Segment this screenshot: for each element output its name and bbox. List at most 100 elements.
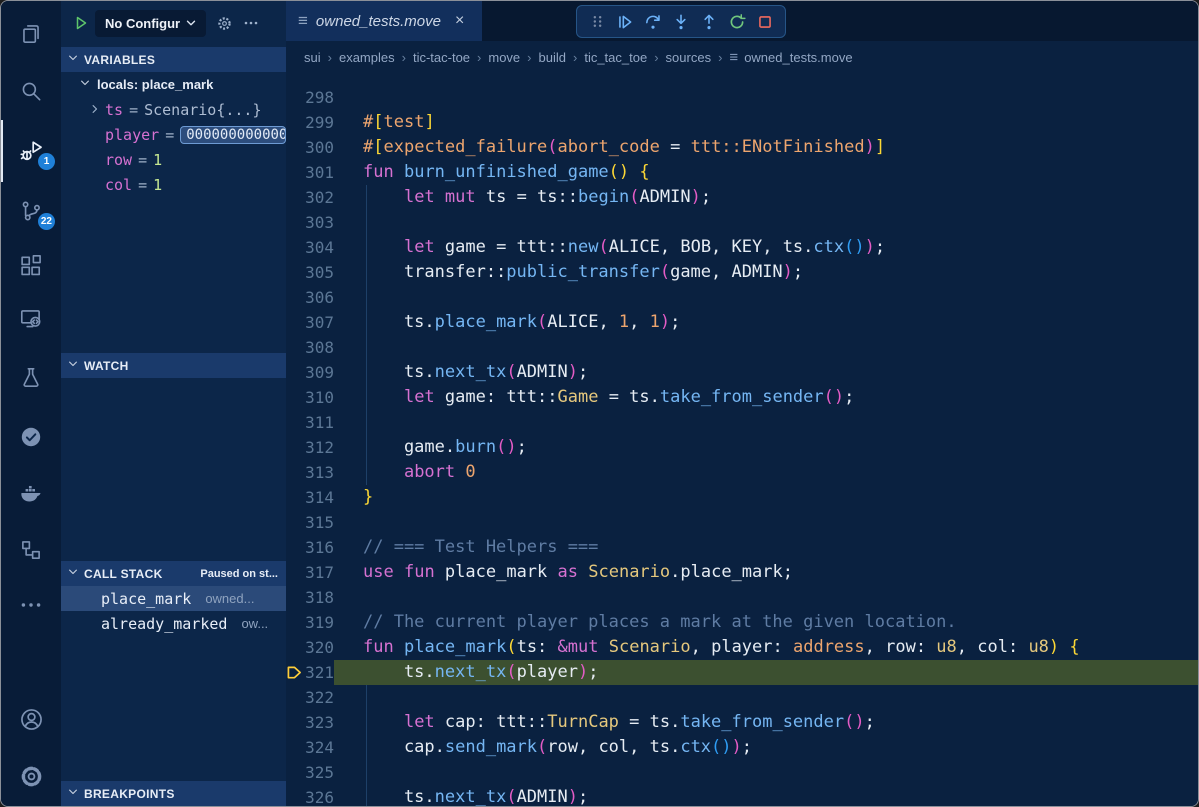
call-stack-section-header[interactable]: CALL STACK Paused on st... — [61, 561, 286, 586]
debug-configuration-dropdown[interactable]: No Configur — [95, 10, 206, 37]
explorer-icon[interactable] — [1, 12, 61, 56]
code-line-text[interactable]: let cap: ttt::TurnCap = ts.take_from_sen… — [334, 710, 1198, 735]
line-number[interactable]: 313 — [286, 463, 334, 482]
line-number[interactable]: 317 — [286, 563, 334, 582]
line-number[interactable]: 318 — [286, 588, 334, 607]
line-number[interactable]: 325 — [286, 763, 334, 782]
gripper-button[interactable] — [583, 8, 611, 36]
line-number[interactable]: 300 — [286, 138, 334, 157]
checks-icon[interactable] — [1, 415, 61, 459]
code-line-text[interactable] — [334, 85, 1198, 110]
chevron-right-icon[interactable] — [89, 101, 101, 119]
variable-row-ts[interactable]: ts=Scenario{...} — [61, 97, 286, 122]
variable-value[interactable]: 1 — [153, 151, 162, 169]
call-stack-frame-already_marked[interactable]: already_markedow... — [61, 611, 286, 636]
breadcrumb-item-move[interactable]: move — [488, 50, 520, 65]
step-out-button[interactable] — [695, 8, 723, 36]
continue-button[interactable] — [611, 8, 639, 36]
code-line-text[interactable]: let game = ttt::new(ALICE, BOB, KEY, ts.… — [334, 235, 1198, 260]
code-line-text[interactable]: cap.send_mark(row, col, ts.ctx()); — [334, 735, 1198, 760]
line-number[interactable]: 299 — [286, 113, 334, 132]
code-line-text[interactable]: // === Test Helpers === — [334, 535, 1198, 560]
code-line-text[interactable]: let mut ts = ts::begin(ADMIN); — [334, 185, 1198, 210]
line-number[interactable]: 315 — [286, 513, 334, 532]
extensions-icon[interactable] — [1, 244, 61, 288]
debug-settings-gear-icon[interactable] — [216, 15, 233, 32]
line-number[interactable]: 319 — [286, 613, 334, 632]
code-line-text[interactable]: game.burn(); — [334, 435, 1198, 460]
code-line-text[interactable]: } — [334, 485, 1198, 510]
breadcrumb-item-build[interactable]: build — [539, 50, 566, 65]
line-number[interactable]: 307 — [286, 313, 334, 332]
more-icon[interactable] — [1, 583, 61, 627]
variable-row-col[interactable]: col=1 — [61, 172, 286, 197]
restart-button[interactable] — [723, 8, 751, 36]
line-number[interactable]: 311 — [286, 413, 334, 432]
code-line-text[interactable]: let game: ttt::Game = ts.take_from_sende… — [334, 385, 1198, 410]
code-line-text[interactable]: abort 0 — [334, 460, 1198, 485]
code-line-text[interactable]: ts.next_tx(player); — [334, 660, 1198, 685]
code-line-text[interactable] — [334, 210, 1198, 235]
line-number[interactable]: 306 — [286, 288, 334, 307]
breakpoints-section-header[interactable]: BREAKPOINTS — [61, 781, 286, 806]
line-number[interactable]: 323 — [286, 713, 334, 732]
line-number[interactable]: 304 — [286, 238, 334, 257]
references-icon[interactable] — [1, 528, 61, 572]
settings-icon[interactable] — [1, 754, 61, 798]
line-number[interactable]: 303 — [286, 213, 334, 232]
search-icon[interactable] — [1, 69, 61, 113]
code-line-text[interactable] — [334, 285, 1198, 310]
line-number[interactable]: 302 — [286, 188, 334, 207]
source-control-icon[interactable]: 22 — [1, 189, 61, 233]
variables-scope-row[interactable]: locals: place_mark — [61, 72, 286, 97]
variable-value[interactable]: 000000000000… — [180, 126, 286, 144]
variable-row-row[interactable]: row=1 — [61, 147, 286, 172]
accounts-icon[interactable] — [1, 697, 61, 741]
line-number[interactable]: 316 — [286, 538, 334, 557]
code-line-text[interactable]: ts.place_mark(ALICE, 1, 1); — [334, 310, 1198, 335]
code-line-text[interactable]: ts.next_tx(ADMIN); — [334, 360, 1198, 385]
more-actions-icon[interactable] — [243, 15, 259, 31]
code-line-text[interactable]: #[expected_failure(abort_code = ttt::ENo… — [334, 135, 1198, 160]
close-icon[interactable]: × — [455, 12, 464, 30]
line-number[interactable]: 298 — [286, 88, 334, 107]
code-line-text[interactable]: fun burn_unfinished_game() { — [334, 160, 1198, 185]
tab-owned-tests-move[interactable]: ≡ owned_tests.move × — [286, 1, 482, 41]
code-line-text[interactable] — [334, 410, 1198, 435]
run-and-debug-icon[interactable]: 1 — [1, 129, 61, 173]
code-line-text[interactable]: #[test] — [334, 110, 1198, 135]
watch-section-header[interactable]: WATCH — [61, 353, 286, 378]
breadcrumb-item-sources[interactable]: sources — [666, 50, 712, 65]
breadcrumb-item-sui[interactable]: sui — [304, 50, 321, 65]
variable-row-player[interactable]: player=000000000000… — [61, 122, 286, 147]
breadcrumb-item-file[interactable]: owned_tests.move — [744, 50, 852, 65]
code-line-text[interactable] — [334, 510, 1198, 535]
line-number[interactable]: 320 — [286, 638, 334, 657]
step-over-button[interactable] — [639, 8, 667, 36]
code-line-text[interactable]: transfer::public_transfer(game, ADMIN); — [334, 260, 1198, 285]
line-number[interactable]: 309 — [286, 363, 334, 382]
stop-button[interactable] — [751, 8, 779, 36]
line-number[interactable]: 310 — [286, 388, 334, 407]
code-line-text[interactable]: use fun place_mark as Scenario.place_mar… — [334, 560, 1198, 585]
line-number[interactable]: 322 — [286, 688, 334, 707]
breadcrumb-item-tic_tac_toe[interactable]: tic_tac_toe — [584, 50, 647, 65]
variable-value[interactable]: 1 — [153, 176, 162, 194]
code-line-text[interactable] — [334, 585, 1198, 610]
variables-section-header[interactable]: VARIABLES — [61, 47, 286, 72]
code-line-text[interactable]: fun place_mark(ts: &mut Scenario, player… — [334, 635, 1198, 660]
docker-icon[interactable] — [1, 471, 61, 515]
code-line-text[interactable]: ts.next_tx(ADMIN); — [334, 785, 1198, 807]
testing-icon[interactable] — [1, 356, 61, 400]
code-line-text[interactable] — [334, 685, 1198, 710]
code-editor[interactable]: 298 299#[test]300#[expected_failure(abort… — [286, 74, 1198, 806]
breadcrumb-item-examples[interactable]: examples — [339, 50, 395, 65]
line-number[interactable]: 314 — [286, 488, 334, 507]
line-number[interactable]: 324 — [286, 738, 334, 757]
line-number[interactable]: 301 — [286, 163, 334, 182]
line-number[interactable]: 326 — [286, 788, 334, 807]
line-number[interactable]: 312 — [286, 438, 334, 457]
code-line-text[interactable] — [334, 335, 1198, 360]
start-debug-button[interactable] — [71, 13, 91, 33]
breadcrumb-item-tic-tac-toe[interactable]: tic-tac-toe — [413, 50, 470, 65]
